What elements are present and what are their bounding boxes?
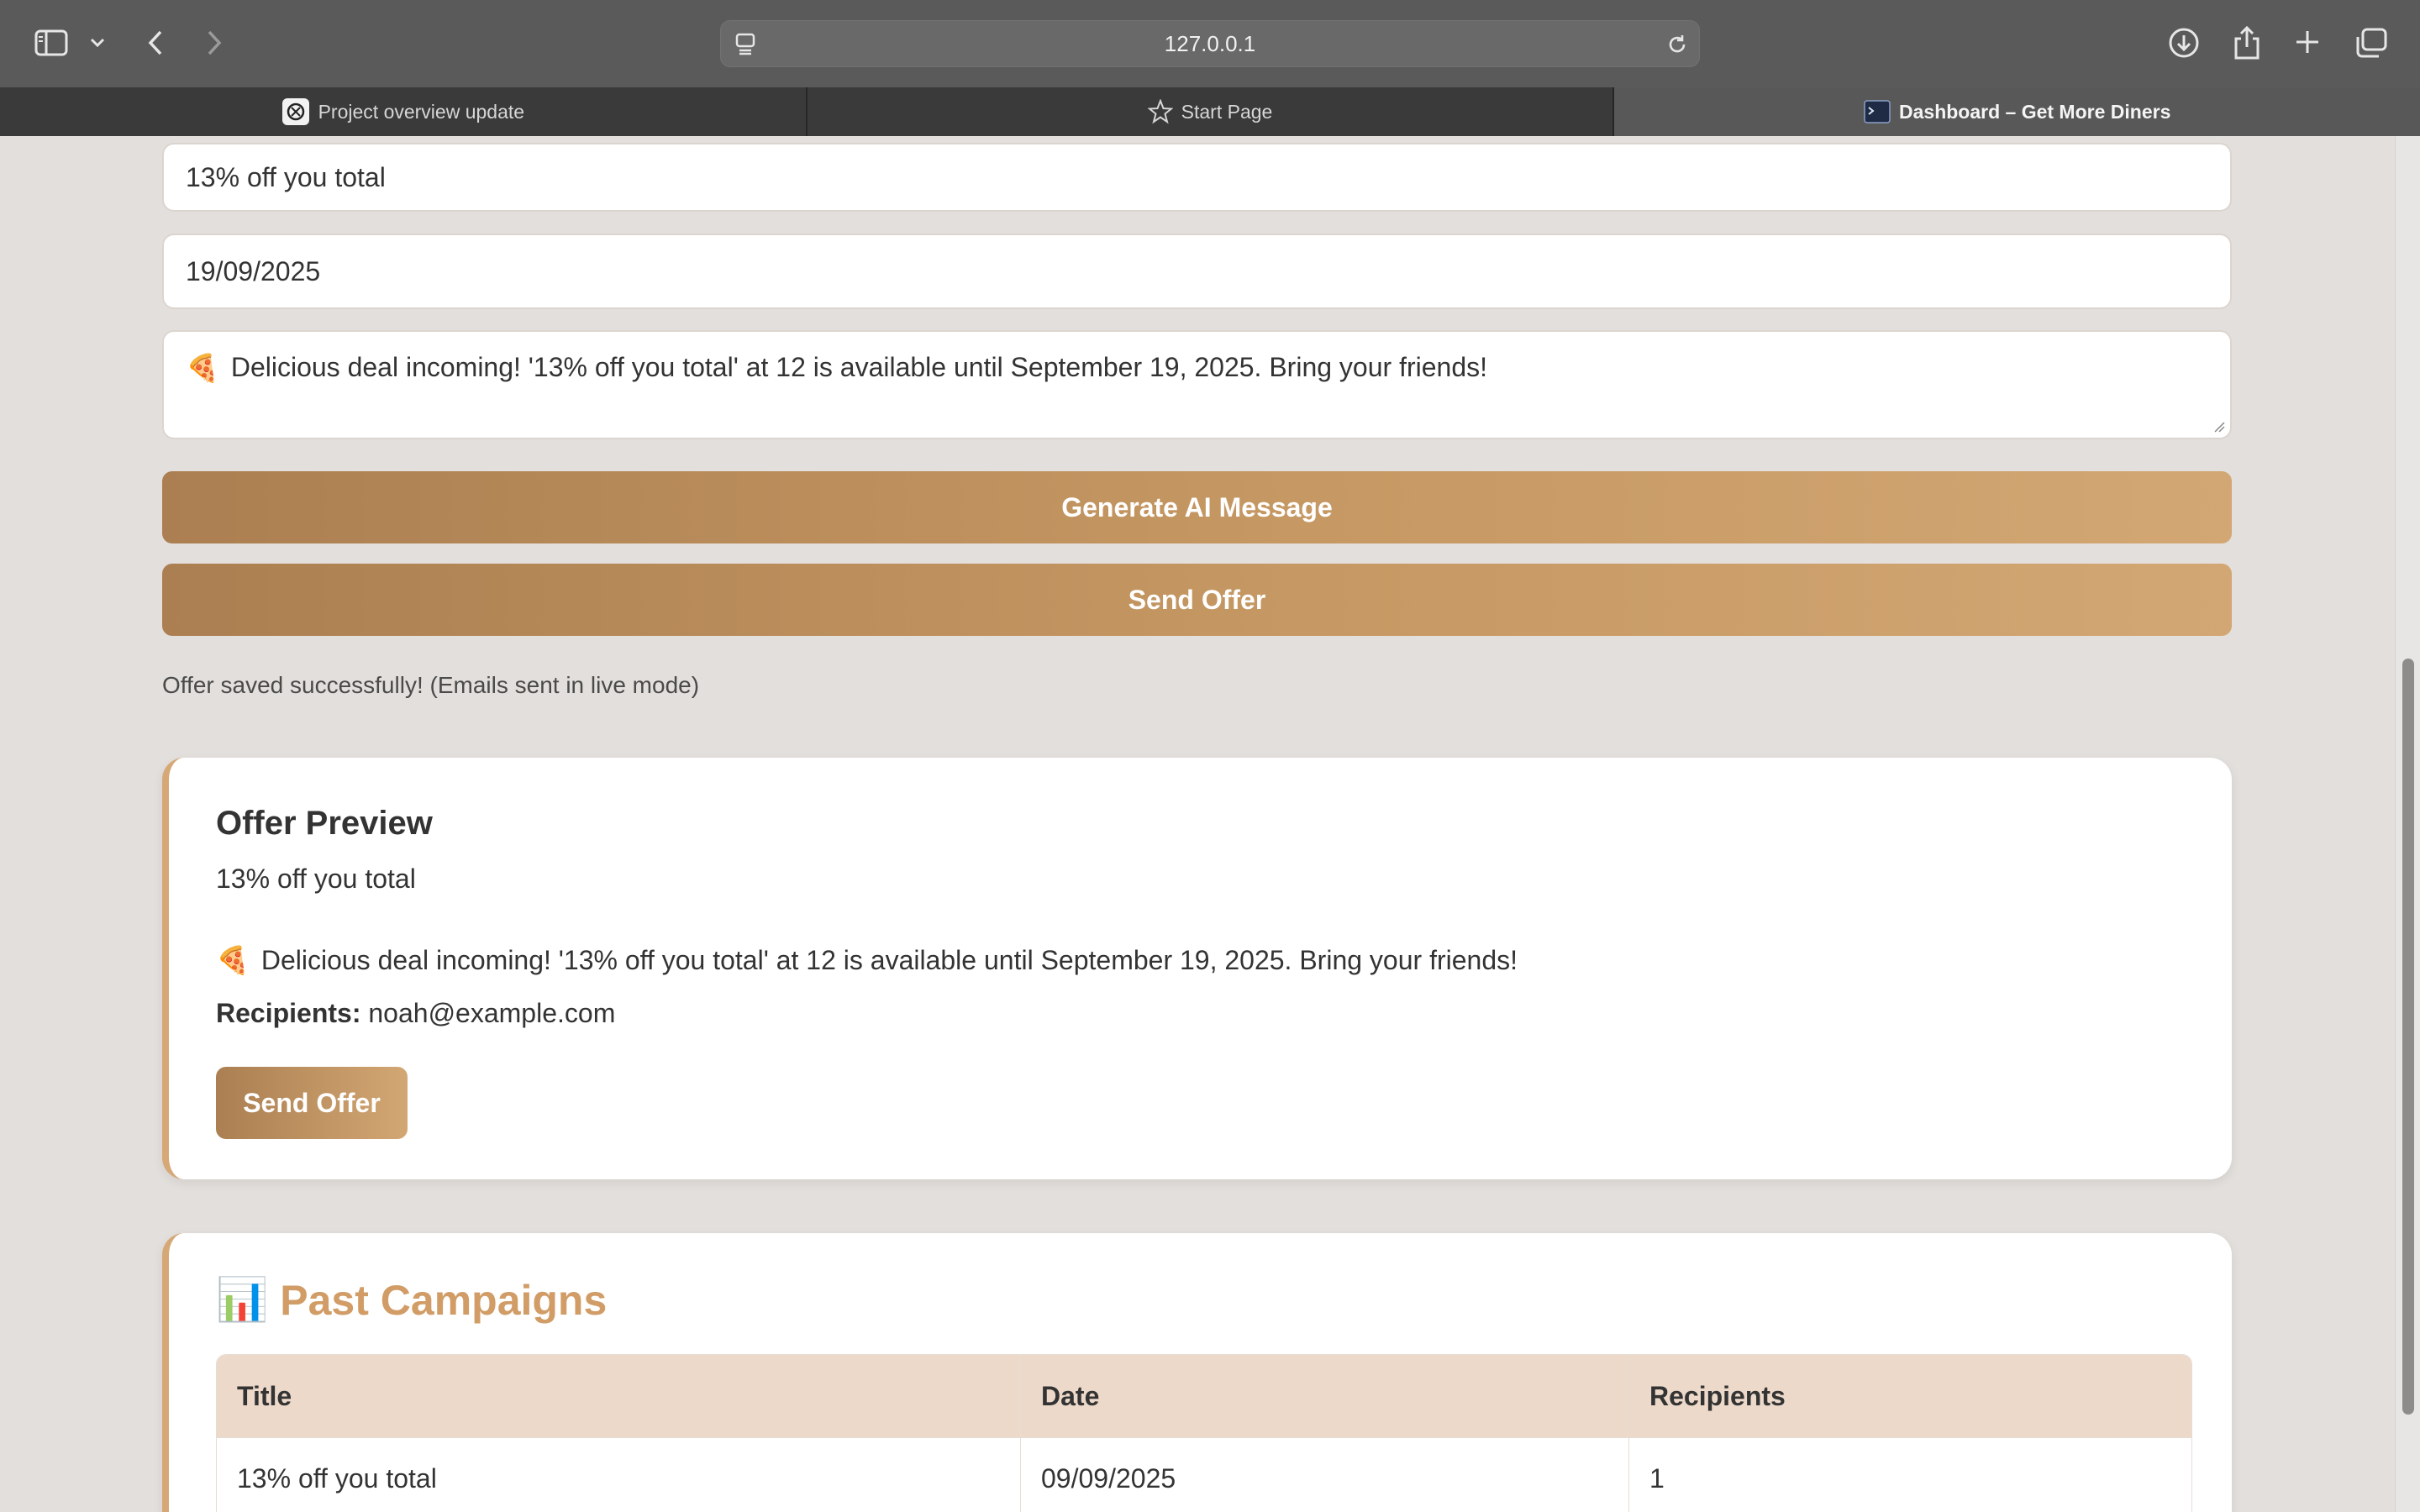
tab-label: Project overview update bbox=[318, 100, 525, 123]
download-icon[interactable] bbox=[2166, 25, 2202, 60]
cell-title: 13% off you total bbox=[217, 1438, 1021, 1512]
recipients-label: Recipients: bbox=[216, 998, 361, 1028]
tab-dashboard[interactable]: Dashboard – Get More Diners bbox=[1614, 87, 2420, 136]
past-campaigns-heading: 📊 Past Campaigns bbox=[216, 1275, 607, 1325]
table-header-row: Title Date Recipients bbox=[217, 1355, 2191, 1437]
offer-date-value: 19/09/2025 bbox=[186, 255, 321, 286]
star-icon bbox=[1147, 99, 1173, 124]
offer-preview-message-text: Delicious deal incoming! '13% off you to… bbox=[260, 945, 1518, 975]
address-bar[interactable]: 127.0.0.1 bbox=[720, 20, 1700, 67]
column-header-date: Date bbox=[1021, 1355, 1629, 1437]
cell-recipients: 1 bbox=[1649, 1463, 1665, 1494]
offer-message-textarea[interactable]: 🍕 Delicious deal incoming! '13% off you … bbox=[162, 330, 2232, 439]
offer-preview-title: 13% off you total bbox=[216, 864, 416, 894]
share-icon[interactable] bbox=[2230, 24, 2264, 62]
resize-grip-icon[interactable] bbox=[2212, 419, 2225, 433]
openai-icon bbox=[281, 97, 310, 126]
past-campaigns-title: Past Campaigns bbox=[280, 1276, 608, 1324]
campaigns-table: Title Date Recipients 13% off you total … bbox=[216, 1354, 2192, 1512]
table-row: 13% off you total 09/09/2025 1 bbox=[217, 1437, 2191, 1512]
reload-icon[interactable] bbox=[1664, 31, 1691, 58]
back-icon[interactable] bbox=[141, 25, 170, 60]
column-header-title: Title bbox=[217, 1355, 1021, 1437]
offer-date-input[interactable]: 19/09/2025 bbox=[162, 234, 2232, 309]
terminal-icon bbox=[1864, 100, 1891, 123]
generate-ai-message-button[interactable]: Generate AI Message bbox=[162, 471, 2232, 543]
forward-icon[interactable] bbox=[200, 25, 229, 60]
offer-title-input[interactable]: 13% off you total bbox=[162, 143, 2232, 212]
tab-label: Start Page bbox=[1181, 100, 1273, 123]
vertical-scrollbar[interactable] bbox=[2395, 136, 2420, 1512]
scrollbar-thumb[interactable] bbox=[2402, 659, 2414, 1415]
pizza-icon: 🍕 bbox=[186, 353, 219, 383]
past-campaigns-card: 📊 Past Campaigns Title Date Recipients 1… bbox=[162, 1233, 2232, 1512]
preview-send-offer-button[interactable]: Send Offer bbox=[216, 1067, 408, 1139]
offer-message-value: Delicious deal incoming! '13% off you to… bbox=[230, 352, 1487, 382]
bar-chart-icon: 📊 bbox=[216, 1276, 269, 1323]
offer-preview-recipients: Recipients: noah@example.com bbox=[216, 998, 615, 1029]
new-tab-icon[interactable] bbox=[2291, 25, 2324, 59]
page-content: 13% off you total 19/09/2025 🍕 Delicious… bbox=[0, 136, 2395, 1512]
tab-start-page[interactable]: Start Page bbox=[808, 87, 1615, 136]
url-text[interactable]: 127.0.0.1 bbox=[721, 21, 1699, 66]
offer-title-value: 13% off you total bbox=[186, 161, 386, 192]
status-message: Offer saved successfully! (Emails sent i… bbox=[162, 672, 700, 698]
browser-toolbar: 127.0.0.1 bbox=[0, 0, 2420, 87]
tab-project-overview[interactable]: Project overview update bbox=[0, 87, 808, 136]
cell-date: 09/09/2025 bbox=[1021, 1438, 1629, 1512]
chevron-down-icon[interactable] bbox=[87, 32, 108, 54]
tab-overview-icon[interactable] bbox=[2353, 25, 2390, 60]
offer-preview-message: 🍕 Delicious deal incoming! '13% off you t… bbox=[216, 944, 1518, 976]
offer-preview-heading: Offer Preview bbox=[216, 805, 433, 842]
tab-label: Dashboard – Get More Diners bbox=[1899, 100, 2171, 123]
send-offer-button[interactable]: Send Offer bbox=[162, 564, 2232, 636]
column-header-recipients: Recipients bbox=[1649, 1380, 1786, 1411]
sidebar-toggle-icon[interactable] bbox=[32, 25, 71, 60]
offer-preview-card: Offer Preview 13% off you total 🍕 Delicio… bbox=[162, 758, 2232, 1179]
recipients-value: noah@example.com bbox=[368, 998, 616, 1028]
tab-strip: Project overview update Start Page Dashb… bbox=[0, 87, 2420, 136]
pizza-icon: 🍕 bbox=[216, 945, 250, 975]
